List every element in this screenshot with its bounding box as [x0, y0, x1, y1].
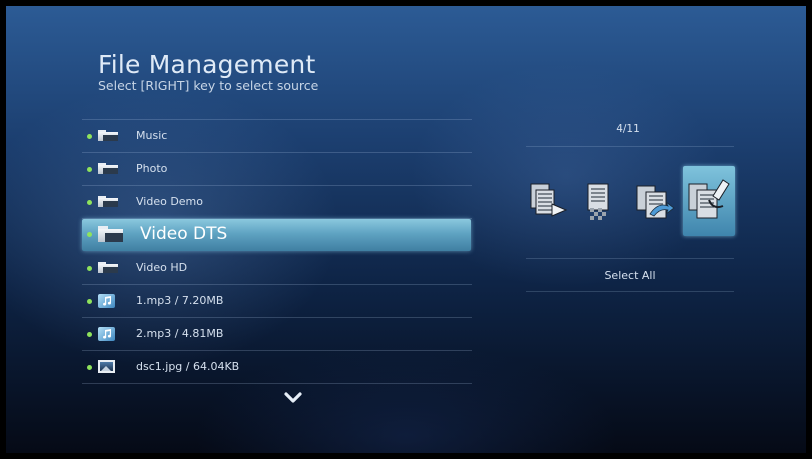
folder-icon — [98, 262, 118, 273]
file-management-screen: File Management Select [RIGHT] key to se… — [6, 6, 806, 453]
bullet-icon — [87, 167, 92, 172]
delete-icon — [587, 183, 609, 220]
list-item-label: Photo — [136, 162, 168, 175]
bullet-icon — [87, 232, 92, 237]
bullet-icon — [87, 365, 92, 370]
move-button[interactable] — [632, 178, 678, 230]
page-subtitle: Select [RIGHT] key to select source — [98, 78, 319, 93]
chevron-down-icon[interactable] — [284, 392, 302, 404]
page-title: File Management — [98, 50, 316, 79]
music-file-icon — [98, 327, 115, 342]
list-item-label: Video HD — [136, 261, 188, 274]
copy-button[interactable] — [526, 178, 570, 230]
list-item-video-hd[interactable]: Video HD — [82, 252, 472, 285]
bullet-icon — [87, 200, 92, 205]
select-all-icon — [688, 179, 730, 219]
folder-icon — [98, 130, 118, 141]
list-item-music[interactable]: Music — [82, 119, 472, 153]
list-item-photo[interactable]: Photo — [82, 153, 472, 186]
delete-button[interactable] — [578, 178, 622, 230]
folder-icon — [98, 163, 118, 174]
list-item-label: dsc1.jpg / 64.04KB — [136, 360, 240, 373]
bullet-icon — [87, 134, 92, 139]
bullet-icon — [87, 332, 92, 337]
divider — [526, 258, 734, 259]
list-item-video-demo[interactable]: Video Demo — [82, 186, 472, 219]
select-all-button[interactable] — [683, 166, 735, 236]
bullet-icon — [87, 266, 92, 271]
copy-icon — [530, 183, 568, 217]
list-item-label: Video DTS — [140, 224, 228, 244]
page-counter: 4/11 — [616, 123, 640, 135]
photo-file-icon — [98, 360, 115, 374]
divider — [526, 291, 734, 292]
list-item-video-dts[interactable]: Video DTS — [82, 219, 472, 252]
folder-icon — [98, 226, 123, 242]
list-item-label: 2.mp3 / 4.81MB — [136, 327, 224, 340]
file-list: Music Photo Video Demo Video DTS Video H… — [82, 119, 472, 384]
list-item-1-mp3[interactable]: 1.mp3 / 7.20MB — [82, 285, 472, 318]
list-item-dsc1-jpg[interactable]: dsc1.jpg / 64.04KB — [82, 351, 472, 384]
divider — [526, 146, 734, 147]
selected-action-label: Select All — [604, 269, 656, 282]
music-file-icon — [98, 294, 115, 309]
list-item-label: 1.mp3 / 7.20MB — [136, 294, 224, 307]
move-icon — [636, 185, 675, 219]
list-item-label: Video Demo — [136, 195, 203, 208]
list-item-2-mp3[interactable]: 2.mp3 / 4.81MB — [82, 318, 472, 351]
bullet-icon — [87, 299, 92, 304]
list-item-label: Music — [136, 129, 168, 142]
folder-icon — [98, 196, 118, 207]
